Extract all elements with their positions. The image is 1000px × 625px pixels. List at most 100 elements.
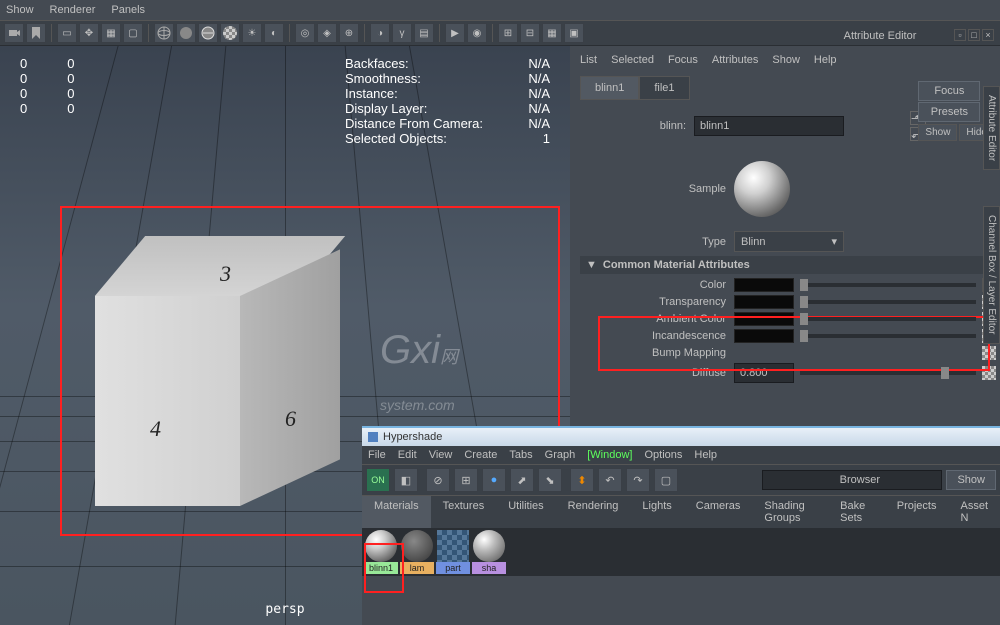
main-menubar: Show Renderer Panels (0, 0, 1000, 20)
bookmark-icon[interactable] (26, 23, 46, 43)
presets-button[interactable]: Presets (918, 102, 980, 122)
ambient-slider[interactable] (800, 317, 976, 321)
container-icon[interactable]: ▢ (654, 468, 678, 492)
gamma-icon[interactable]: γ (392, 23, 412, 43)
focus-button[interactable]: Focus (918, 81, 980, 101)
toggle-create-bar-icon[interactable]: ON (366, 468, 390, 492)
attr-menu-attributes[interactable]: Attributes (712, 54, 758, 66)
material-particle[interactable]: part (436, 530, 470, 574)
color-label: Color (574, 279, 734, 291)
hs-tab-lights[interactable]: Lights (630, 496, 683, 528)
menu-show[interactable]: Show (6, 4, 34, 16)
show-downstream-icon[interactable]: ↷ (626, 468, 650, 492)
hypershade-titlebar[interactable]: Hypershade (362, 428, 1000, 446)
field-chart-icon[interactable]: ▦ (542, 23, 562, 43)
type-label: Type (574, 236, 734, 248)
input-connections-icon[interactable]: ⬈ (510, 468, 534, 492)
smooth-shade-icon[interactable] (176, 23, 196, 43)
material-sample-sphere (734, 161, 790, 217)
sidetab-attr-editor[interactable]: Attribute Editor (983, 86, 1000, 170)
diffuse-slider[interactable] (800, 371, 976, 375)
exposure-icon[interactable]: ◑ (370, 23, 390, 43)
show-button[interactable]: Show (918, 124, 957, 141)
hypershade-app-icon (368, 432, 378, 442)
image-plane-icon[interactable]: ▭ (57, 23, 77, 43)
hypershade-menubar: File Edit View Create Tabs Graph [Window… (362, 446, 1000, 464)
show-upstream-icon[interactable]: ↶ (598, 468, 622, 492)
xray-joints-icon[interactable]: ⊕ (339, 23, 359, 43)
ipr-icon[interactable]: ◉ (467, 23, 487, 43)
hs-menu-window[interactable]: [Window] (587, 449, 632, 461)
hs-tab-rendering[interactable]: Rendering (556, 496, 631, 528)
film-gate-icon[interactable]: ▢ (123, 23, 143, 43)
close-icon[interactable]: × (982, 29, 994, 41)
color-swatch[interactable] (734, 278, 794, 292)
attr-menu-focus[interactable]: Focus (668, 54, 698, 66)
hs-menu-view[interactable]: View (429, 449, 453, 461)
type-dropdown[interactable]: Blinn▾ (734, 231, 844, 252)
gate-mask-icon[interactable]: ⊟ (520, 23, 540, 43)
hud-stats: Backfaces:N/A Smoothness:N/A Instance:N/… (345, 56, 550, 146)
hs-menu-graph[interactable]: Graph (545, 449, 576, 461)
xray-icon[interactable]: ◈ (317, 23, 337, 43)
hud-left: 00 00 00 00 (20, 56, 74, 116)
isolate-icon[interactable]: ◎ (295, 23, 315, 43)
hs-tab-cameras[interactable]: Cameras (684, 496, 753, 528)
browser-label: Browser (840, 474, 880, 486)
menu-panels[interactable]: Panels (111, 4, 145, 16)
hs-tab-utilities[interactable]: Utilities (496, 496, 555, 528)
view-transform-icon[interactable]: ▤ (414, 23, 434, 43)
sample-label: Sample (574, 183, 734, 195)
transparency-slider[interactable] (800, 300, 976, 304)
node-name-field[interactable] (694, 116, 844, 136)
maximize-icon[interactable]: □ (968, 29, 980, 41)
color-slider[interactable] (800, 283, 976, 287)
resolution-gate-icon[interactable]: ⊞ (498, 23, 518, 43)
hs-tab-materials[interactable]: Materials (362, 496, 431, 528)
clear-graph-icon[interactable]: ⊘ (426, 468, 450, 492)
tab-file1[interactable]: file1 (639, 76, 689, 100)
render-icon[interactable]: ▶ (445, 23, 465, 43)
common-attrs-header[interactable]: ▼ Common Material Attributes (580, 256, 990, 274)
material-lambert[interactable]: lam (400, 530, 434, 574)
browser-show-button[interactable]: Show (946, 470, 996, 490)
output-connections-icon[interactable]: ⬊ (538, 468, 562, 492)
attr-menu-selected[interactable]: Selected (611, 54, 654, 66)
wire-shaded-icon[interactable] (198, 23, 218, 43)
attr-menu-list[interactable]: List (580, 54, 597, 66)
hs-tab-projects[interactable]: Projects (885, 496, 949, 528)
tab-blinn1[interactable]: blinn1 (580, 76, 639, 100)
safe-action-icon[interactable]: ▣ (564, 23, 584, 43)
dock-icon[interactable]: ▫ (954, 29, 966, 41)
textured-icon[interactable] (220, 23, 240, 43)
grid-icon[interactable]: ▦ (101, 23, 121, 43)
hs-menu-edit[interactable]: Edit (398, 449, 417, 461)
hypershade-tabs: Materials Textures Utilities Rendering L… (362, 496, 1000, 528)
sidetab-channel-box[interactable]: Channel Box / Layer Editor (983, 206, 1000, 344)
hs-menu-help[interactable]: Help (694, 449, 717, 461)
material-shader[interactable]: sha (472, 530, 506, 574)
hs-tab-asset[interactable]: Asset N (948, 496, 1000, 528)
hs-tab-textures[interactable]: Textures (431, 496, 497, 528)
transparency-label: Transparency (574, 296, 734, 308)
toggle-bins-icon[interactable]: ◧ (394, 468, 418, 492)
hs-tab-shading-groups[interactable]: Shading Groups (752, 496, 828, 528)
wireframe-icon[interactable] (154, 23, 174, 43)
hs-tab-bake-sets[interactable]: Bake Sets (828, 496, 885, 528)
lights-icon[interactable]: ☀ (242, 23, 262, 43)
transparency-swatch[interactable] (734, 295, 794, 309)
select-camera-icon[interactable] (4, 23, 24, 43)
hs-menu-options[interactable]: Options (644, 449, 682, 461)
menu-renderer[interactable]: Renderer (50, 4, 96, 16)
incand-slider[interactable] (800, 334, 976, 338)
hs-menu-file[interactable]: File (368, 449, 386, 461)
rearrange-icon[interactable]: ⊞ (454, 468, 478, 492)
hs-menu-tabs[interactable]: Tabs (509, 449, 532, 461)
input-output-icon[interactable]: ⬍ (570, 468, 594, 492)
attr-menu-help[interactable]: Help (814, 54, 837, 66)
graph-materials-icon[interactable]: ● (482, 468, 506, 492)
shadows-icon[interactable]: ◐ (264, 23, 284, 43)
attr-menu-show[interactable]: Show (772, 54, 800, 66)
hs-menu-create[interactable]: Create (464, 449, 497, 461)
2d-pan-icon[interactable]: ✥ (79, 23, 99, 43)
